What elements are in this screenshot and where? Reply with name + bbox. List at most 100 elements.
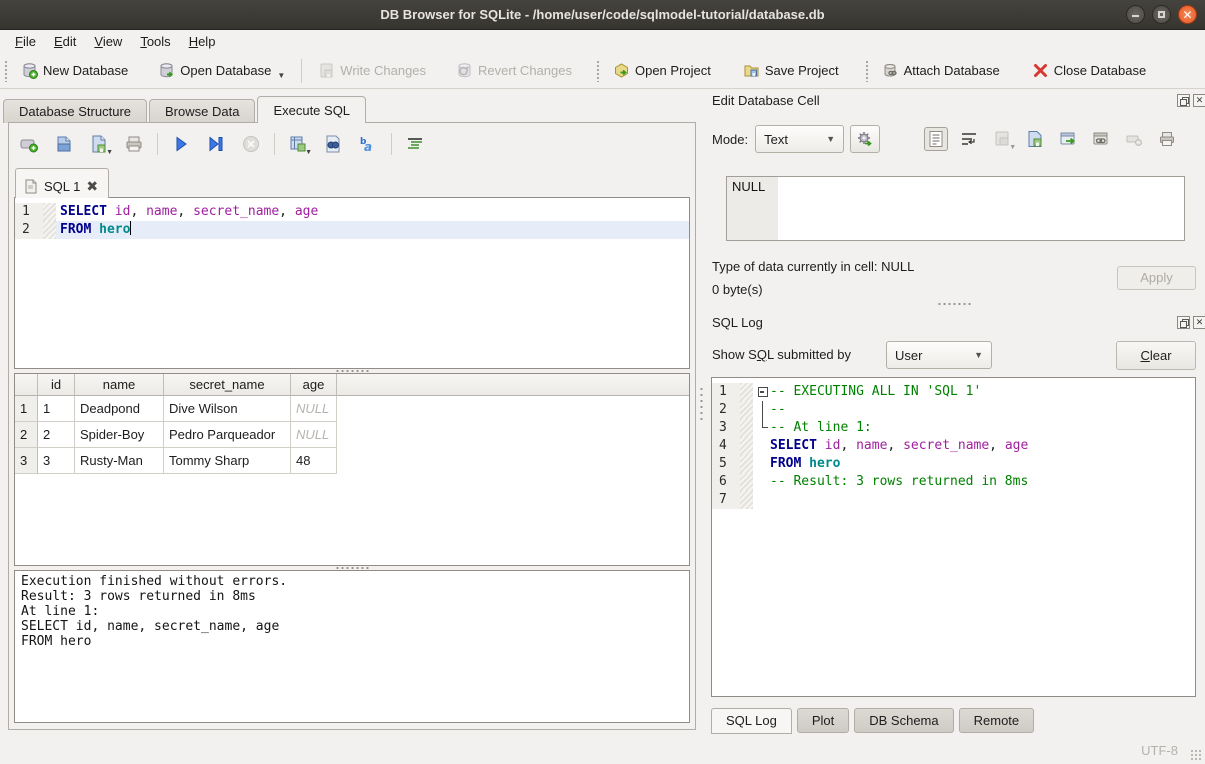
toolbar-drag-handle-2[interactable] [596, 60, 601, 82]
fold-marker-icon[interactable] [757, 383, 770, 401]
edit-cell-close-button[interactable]: ✕ [1193, 94, 1205, 107]
word-wrap-button[interactable] [957, 127, 981, 151]
cell-value-editor[interactable]: NULL [726, 176, 1185, 241]
sql-log-view[interactable]: 1-- EXECUTING ALL IN 'SQL 1'2--3-- At li… [711, 377, 1196, 697]
tab-sql-log[interactable]: SQL Log [711, 708, 792, 734]
dock-splitter[interactable] [711, 302, 1196, 306]
menu-view[interactable]: View [85, 32, 131, 51]
tab-database-structure[interactable]: Database Structure [3, 99, 147, 123]
find-replace-button[interactable] [321, 132, 345, 156]
stop-button[interactable] [239, 132, 263, 156]
open-project-button[interactable]: Open Project [605, 58, 719, 83]
apply-button[interactable]: Apply [1117, 266, 1196, 290]
text-mode-button[interactable] [924, 127, 948, 151]
results-table[interactable]: idnamesecret_nameage11DeadpondDive Wilso… [14, 373, 690, 566]
minimize-button[interactable] [1126, 5, 1145, 24]
edit-cell-float-button[interactable] [1177, 94, 1190, 107]
mode-select[interactable]: Text ▼ [755, 125, 844, 153]
cell-name[interactable]: Rusty-Man [75, 448, 164, 474]
row-number[interactable]: 1 [15, 396, 38, 422]
code-line[interactable]: 1-- EXECUTING ALL IN 'SQL 1' [712, 383, 1195, 401]
column-header-age[interactable]: age [291, 374, 337, 396]
cell-secret_name[interactable]: Dive Wilson [164, 396, 291, 422]
table-row[interactable]: 22Spider-BoyPedro ParqueadorNULL [15, 422, 689, 448]
sql-tab-close-icon[interactable]: ✖ [86, 178, 98, 195]
panel-splitter[interactable] [699, 386, 705, 424]
menu-help[interactable]: Help [180, 32, 225, 51]
set-null-button[interactable] [1122, 127, 1146, 151]
cell-id[interactable]: 3 [38, 448, 75, 474]
sql-document-tab[interactable]: SQL 1 ✖ [15, 168, 109, 198]
apply-auto-button[interactable] [850, 125, 880, 153]
sql-log-close-button[interactable]: ✕ [1193, 316, 1205, 329]
export-data-button[interactable] [1023, 127, 1047, 151]
save-sql-file-button[interactable]: ▼ [87, 132, 111, 156]
import-data-button[interactable]: ▼ [990, 127, 1014, 151]
tab-db-schema[interactable]: DB Schema [854, 708, 953, 733]
sql-log-filter-select[interactable]: User ▼ [886, 341, 992, 369]
cell-age[interactable]: 48 [291, 448, 337, 474]
save-project-button[interactable]: Save Project [735, 58, 847, 83]
revert-changes-button[interactable]: Revert Changes [448, 58, 580, 83]
new-sql-tab-button[interactable] [17, 132, 41, 156]
execution-message-box[interactable]: Execution finished without errors. Resul… [14, 570, 690, 723]
menu-edit[interactable]: Edit [45, 32, 85, 51]
open-database-dropdown-icon[interactable]: ▼ [277, 71, 285, 80]
tab-remote[interactable]: Remote [959, 708, 1035, 733]
execute-line-button[interactable] [204, 132, 228, 156]
column-header-name[interactable]: name [75, 374, 164, 396]
row-number[interactable]: 2 [15, 422, 38, 448]
cell-name[interactable]: Spider-Boy [75, 422, 164, 448]
cell-id[interactable]: 1 [38, 396, 75, 422]
print-sql-button[interactable] [122, 132, 146, 156]
row-number[interactable]: 3 [15, 448, 38, 474]
window-titlebar[interactable]: DB Browser for SQLite - /home/user/code/… [0, 0, 1205, 30]
corner-header[interactable] [15, 374, 38, 396]
maximize-button[interactable] [1152, 5, 1171, 24]
write-changes-button[interactable]: Write Changes [310, 58, 434, 83]
code-line[interactable]: 4SELECT id, name, secret_name, age [712, 437, 1195, 455]
open-database-button[interactable]: Open Database ▼ [150, 58, 293, 83]
cell-age[interactable]: NULL [291, 422, 337, 448]
resize-grip[interactable] [1190, 749, 1202, 761]
copy-link-button[interactable] [1089, 127, 1113, 151]
close-database-button[interactable]: Close Database [1024, 58, 1155, 83]
code-line[interactable]: 2FROM hero [15, 221, 689, 239]
format-sql-button[interactable] [403, 132, 427, 156]
tab-browse-data[interactable]: Browse Data [149, 99, 255, 123]
cell-secret_name[interactable]: Pedro Parqueador [164, 422, 291, 448]
table-row[interactable]: 11DeadpondDive WilsonNULL [15, 396, 689, 422]
code-line[interactable]: 7 [712, 491, 1195, 509]
code-line[interactable]: 5FROM hero [712, 455, 1195, 473]
open-external-button[interactable] [1056, 127, 1080, 151]
save-results-dropdown-icon[interactable]: ▼ [305, 149, 312, 156]
table-row[interactable]: 33Rusty-ManTommy Sharp48 [15, 448, 689, 474]
code-line[interactable]: 3-- At line 1: [712, 419, 1195, 437]
menu-file[interactable]: File [6, 32, 45, 51]
open-sql-file-button[interactable] [52, 132, 76, 156]
auto-complete-button[interactable]: ba [356, 132, 380, 156]
code-line[interactable]: 2-- [712, 401, 1195, 419]
print-cell-button[interactable] [1155, 127, 1179, 151]
sql-editor[interactable]: 1SELECT id, name, secret_name, age2FROM … [14, 197, 690, 369]
tab-execute-sql[interactable]: Execute SQL [257, 96, 366, 123]
sql-log-float-button[interactable] [1177, 316, 1190, 329]
execute-all-button[interactable] [169, 132, 193, 156]
cell-id[interactable]: 2 [38, 422, 75, 448]
close-button[interactable]: ✕ [1178, 5, 1197, 24]
toolbar-drag-handle-3[interactable] [865, 60, 870, 82]
clear-log-button[interactable]: Clear [1116, 341, 1196, 370]
code-line[interactable]: 1SELECT id, name, secret_name, age [15, 203, 689, 221]
save-sql-dropdown-icon[interactable]: ▼ [106, 149, 113, 156]
new-database-button[interactable]: New Database [13, 58, 136, 83]
menu-tools[interactable]: Tools [131, 32, 179, 51]
tab-plot[interactable]: Plot [797, 708, 849, 733]
cell-secret_name[interactable]: Tommy Sharp [164, 448, 291, 474]
cell-name[interactable]: Deadpond [75, 396, 164, 422]
code-line[interactable]: 6-- Result: 3 rows returned in 8ms [712, 473, 1195, 491]
column-header-secret_name[interactable]: secret_name [164, 374, 291, 396]
attach-database-button[interactable]: Attach Database [874, 58, 1008, 83]
column-header-id[interactable]: id [38, 374, 75, 396]
cell-age[interactable]: NULL [291, 396, 337, 422]
toolbar-drag-handle[interactable] [4, 60, 9, 82]
